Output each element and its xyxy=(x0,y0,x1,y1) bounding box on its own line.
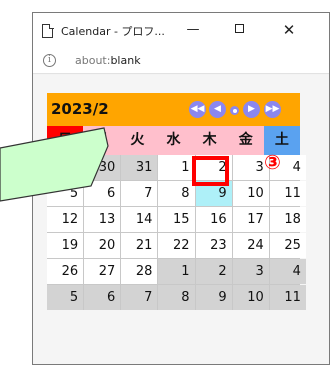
day-cell[interactable]: 20 xyxy=(84,233,121,258)
next-month-button[interactable]: ▶ xyxy=(243,101,260,118)
day-cell[interactable]: 22 xyxy=(158,233,195,258)
window-title: Calendar - プロフ... xyxy=(61,25,165,38)
day-cell[interactable]: 15 xyxy=(158,207,195,232)
day-cell[interactable]: 31 xyxy=(121,155,158,180)
day-cell[interactable]: 10 xyxy=(232,181,269,206)
weekday-header: 金 xyxy=(238,132,253,148)
day-cell[interactable]: 13 xyxy=(84,207,121,232)
prev-year-button[interactable]: ◀◀ xyxy=(189,101,206,118)
day-cell[interactable]: 1 xyxy=(158,155,195,180)
address-bar: i about:blank xyxy=(33,49,329,74)
url-scheme: about: xyxy=(75,54,111,67)
maximize-icon xyxy=(234,24,244,33)
url-text: about:blank xyxy=(75,54,141,67)
day-cell[interactable]: 12 xyxy=(47,207,84,232)
day-cell[interactable]: 8 xyxy=(158,181,195,206)
day-cell[interactable]: 24 xyxy=(232,233,269,258)
highlight-box xyxy=(192,156,229,186)
day-cell[interactable]: 9 xyxy=(195,285,232,310)
minimize-button[interactable]: — xyxy=(183,21,203,39)
day-cell[interactable]: 14 xyxy=(121,207,158,232)
day-cell[interactable]: 28 xyxy=(121,259,158,284)
day-cell[interactable]: 10 xyxy=(232,285,269,310)
day-cell[interactable]: 17 xyxy=(232,207,269,232)
url-path: blank xyxy=(110,54,141,67)
next-year-button[interactable]: ▶▶ xyxy=(264,101,281,118)
prev-month-button[interactable]: ◀ xyxy=(209,101,226,118)
day-cell[interactable]: 6 xyxy=(84,285,121,310)
day-cell[interactable]: 8 xyxy=(158,285,195,310)
callout-arrow xyxy=(0,127,109,202)
day-cell[interactable]: 25 xyxy=(269,233,306,258)
today-button[interactable] xyxy=(230,106,239,115)
day-cell[interactable]: 3 xyxy=(232,259,269,284)
step-number-label: ③ xyxy=(264,150,281,174)
day-cell[interactable]: 23 xyxy=(195,233,232,258)
calendar-header: 2023/2 ◀◀ ◀ ▶ ▶▶ xyxy=(47,93,300,126)
day-cell[interactable]: 26 xyxy=(47,259,84,284)
day-cell[interactable]: 21 xyxy=(121,233,158,258)
day-cell[interactable]: 4 xyxy=(269,259,306,284)
close-button[interactable]: ✕ xyxy=(279,21,299,39)
day-cell[interactable]: 11 xyxy=(269,181,306,206)
info-icon[interactable]: i xyxy=(43,54,56,67)
day-cell[interactable]: 19 xyxy=(47,233,84,258)
page-content: 2023/2 ◀◀ ◀ ▶ ▶▶ 日月火水木金土 293031123456789… xyxy=(33,75,329,364)
day-cell[interactable]: 5 xyxy=(47,285,84,310)
day-cell[interactable]: 7 xyxy=(121,285,158,310)
day-cell[interactable]: 7 xyxy=(121,181,158,206)
weekday-header: 火 xyxy=(130,132,145,148)
weekday-header: 木 xyxy=(202,132,217,148)
title-bar: Calendar - プロフ... — ✕ xyxy=(33,13,329,49)
weekday-header: 水 xyxy=(166,132,181,148)
day-cell[interactable]: 18 xyxy=(269,207,306,232)
day-cell[interactable]: 27 xyxy=(84,259,121,284)
day-cell[interactable]: 16 xyxy=(195,207,232,232)
day-cell[interactable]: 1 xyxy=(158,259,195,284)
day-cell[interactable]: 2 xyxy=(195,259,232,284)
maximize-button[interactable] xyxy=(229,21,249,39)
year-month-label: 2023/2 xyxy=(51,100,109,118)
page-icon xyxy=(42,23,54,38)
day-cell[interactable]: 11 xyxy=(269,285,306,310)
